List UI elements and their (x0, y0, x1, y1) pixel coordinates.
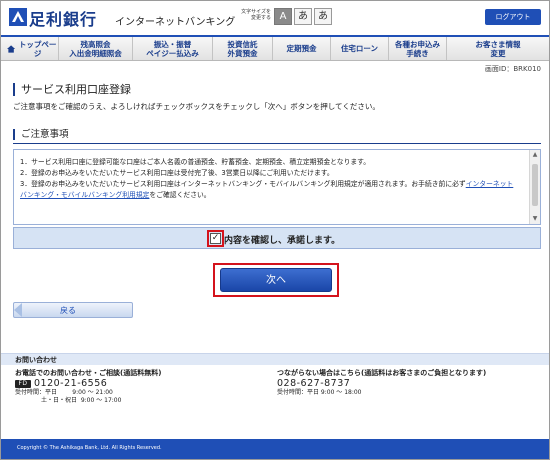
font-size-large-button[interactable]: あ (314, 8, 332, 25)
hours-label: 受付時間：平日 (15, 389, 58, 396)
list-item: 3．登録のお申込みをいただいたサービス利用口座はインターネットバンキング・モバイ… (20, 179, 520, 201)
phone-number: 0120-21-6556 (34, 378, 108, 389)
contact-left-title: お電話でのお問い合わせ・ご相談(通話料無料) (15, 369, 162, 377)
back-button[interactable]: 戻る (13, 302, 133, 318)
nav-item-transfer[interactable]: 振込・振替 ペイジー払込み (133, 37, 213, 60)
nav-item-investment[interactable]: 投資信託 外貨預金 (213, 37, 273, 60)
hours-weekday: 受付時間：平日 9:00 〜 18:00 (277, 389, 362, 396)
nav-item-top[interactable]: トップページ (1, 37, 59, 60)
free-dial-phone: FD 0120-21-6556 (15, 379, 161, 388)
notes-scroll-box[interactable]: 1．サービス利用口座に登録可能な口座はご本人名義の普通預金、貯蓄預金、定期預金、… (13, 149, 541, 225)
page-lead: ご注意事項をご確認のうえ、よろしければチェックボックスをチェックし「次へ」ボタン… (13, 102, 380, 111)
hours-value: 9:00 〜 21:00 (72, 389, 113, 396)
contact-right: つながらない場合はこちら(通話料はお客さまのご負担となります) 028-627-… (277, 369, 486, 397)
font-size-medium-button[interactable]: あ (294, 8, 312, 25)
nav-item-housing-loan[interactable]: 住宅ローン (331, 37, 389, 60)
consent-checkbox[interactable]: ✓ (210, 233, 221, 244)
notes-section-title: ご注意事項 (13, 129, 69, 140)
back-arrow-icon (14, 303, 22, 317)
scroll-up-icon[interactable]: ▲ (530, 150, 540, 160)
consent-label[interactable]: 内容を確認し、承諾します。 (224, 233, 340, 246)
next-button[interactable]: 次へ (220, 268, 332, 292)
footer: Copyright © The Ashikaga Bank, Ltd. All … (1, 439, 549, 459)
global-nav: トップページ 残高照会 入出金明細照会 振込・振替 ペイジー払込み 投資信託 外… (1, 35, 549, 61)
home-icon (7, 44, 16, 53)
contact-heading: お問い合わせ (1, 353, 549, 365)
bank-logo-icon (9, 8, 27, 26)
scroll-thumb[interactable] (532, 164, 538, 206)
list-item: 1．サービス利用口座に登録可能な口座はご本人名義の普通預金、貯蓄預金、定期預金、… (20, 158, 371, 166)
consent-bar: ✓ 内容を確認し、承諾します。 (13, 227, 541, 249)
free-dial-icon: FD (15, 380, 31, 388)
page-frame: 足利銀行 インターネットバンキング 文字サイズを変更する A あ あ ログアウト… (0, 0, 550, 460)
back-button-label: 戻る (60, 306, 76, 315)
service-name: インターネットバンキング (115, 17, 236, 28)
page-title: サービス利用口座登録 (13, 83, 131, 96)
nav-item-label: トップページ (18, 39, 57, 58)
hours-weekday: 受付時間：平日 9:00 〜 21:00 (15, 389, 161, 397)
list-item: 2．登録のお申込みをいただいたサービス利用口座は受付完了後、3営業日以降にご利用… (20, 169, 334, 177)
hours-label: 土・日・祝日 (41, 397, 78, 404)
contact-left: お電話でのお問い合わせ・ご相談(通話料無料) FD 0120-21-6556 受付… (15, 369, 161, 405)
list-item-suffix: をご確認ください。 (149, 191, 211, 199)
contact-right-title: つながらない場合はこちら(通話料はお客さまのご負担となります) (277, 369, 487, 377)
notes-list: 1．サービス利用口座に登録可能な口座はご本人名義の普通預金、貯蓄預金、定期預金、… (20, 157, 520, 201)
scroll-down-icon[interactable]: ▼ (530, 214, 540, 224)
logout-button[interactable]: ログアウト (485, 9, 541, 25)
nav-item-applications[interactable]: 各種お申込み 手続き (389, 37, 447, 60)
font-size-label: 文字サイズを変更する (241, 9, 271, 21)
hours-weekend: 土・日・祝日 9:00 〜 17:00 (15, 397, 161, 405)
list-item-text: 3．登録のお申込みをいただいたサービス利用口座はインターネットバンキング・モバイ… (20, 180, 466, 188)
scrollbar[interactable]: ▲ ▼ (529, 150, 540, 224)
section-divider (13, 143, 541, 144)
font-size-small-button[interactable]: A (274, 8, 292, 25)
hours-value: 9:00 〜 17:00 (80, 397, 122, 404)
nav-item-customer-info[interactable]: お客さま情報 変更 (447, 37, 549, 60)
contact-section: お問い合わせ お電話でのお問い合わせ・ご相談(通話料無料) FD 0120-21-… (1, 353, 549, 423)
nav-item-time-deposit[interactable]: 定期預金 (273, 37, 331, 60)
phone-number: 028-627-8737 (277, 378, 351, 389)
header: 足利銀行 インターネットバンキング 文字サイズを変更する A あ あ ログアウト (1, 1, 549, 35)
nav-item-balance[interactable]: 残高照会 入出金明細照会 (59, 37, 133, 60)
copyright: Copyright © The Ashikaga Bank, Ltd. All … (17, 445, 162, 451)
screen-id: 画面ID：BRK010 (484, 65, 541, 73)
bank-name: 足利銀行 (29, 10, 98, 29)
